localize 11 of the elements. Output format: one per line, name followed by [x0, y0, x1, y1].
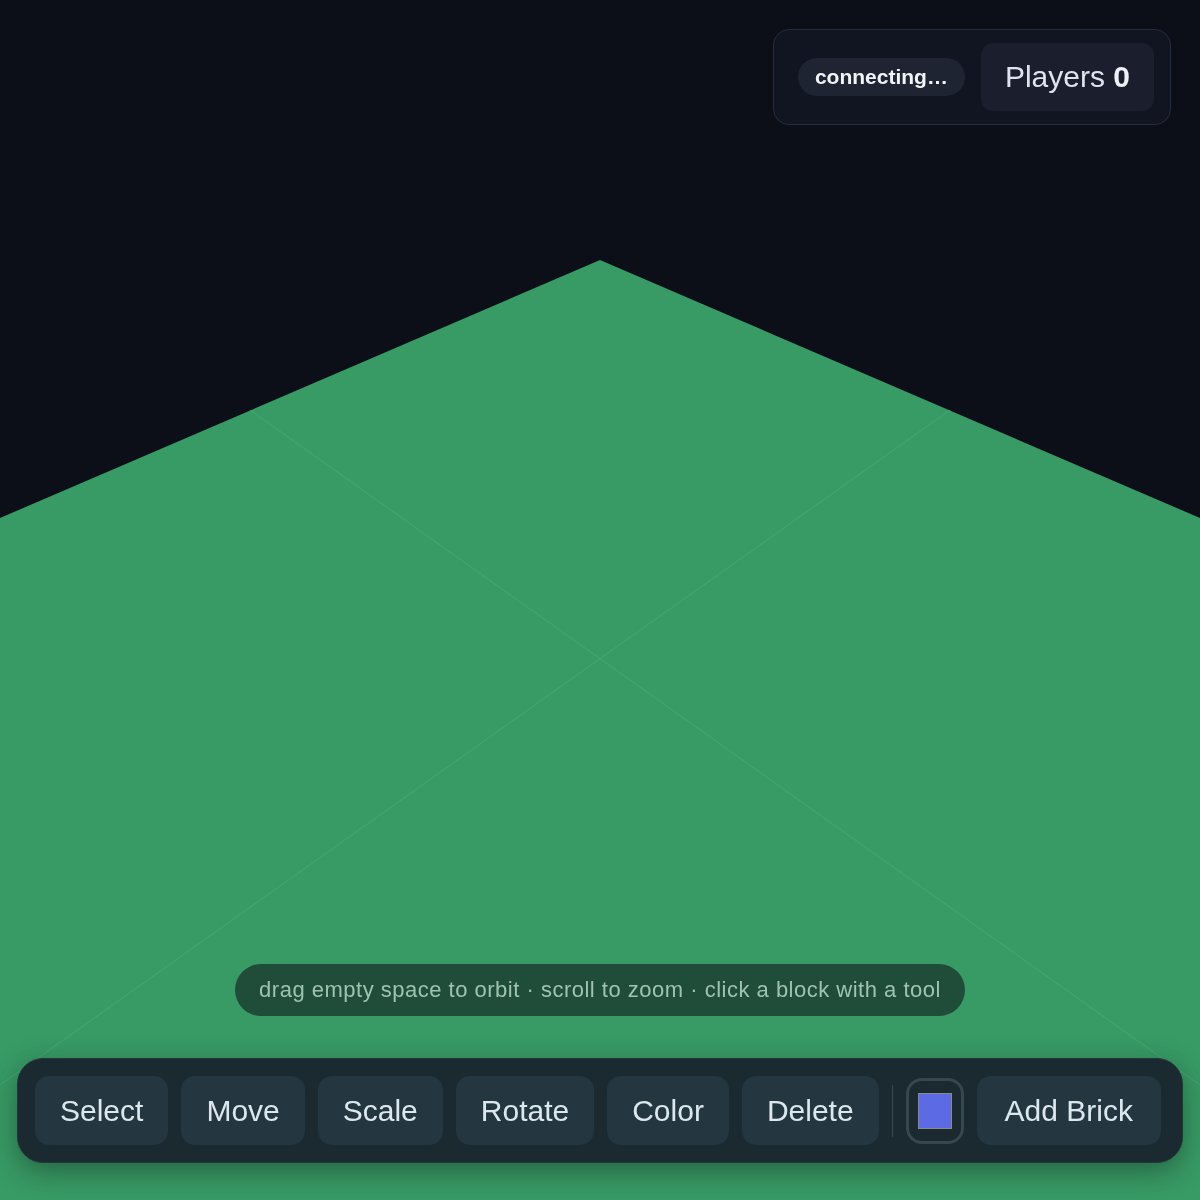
tool-button[interactable]: Rotate	[455, 1076, 595, 1145]
player-count: Players 0	[980, 43, 1154, 111]
add-brick-button[interactable]: Add Brick	[976, 1076, 1161, 1145]
tool-button[interactable]: Select	[35, 1076, 169, 1145]
hint-banner: drag empty space to orbit · scroll to zoom · click a block with a tool	[235, 964, 965, 1016]
tool-button[interactable]: Delete	[741, 1076, 879, 1145]
connection-status: connecting…	[797, 58, 965, 96]
tool-button[interactable]: Scale	[317, 1076, 443, 1145]
tool-button[interactable]: Move	[181, 1076, 305, 1145]
color-picker-button[interactable]	[905, 1077, 964, 1144]
tool-button[interactable]: Color	[607, 1076, 729, 1145]
